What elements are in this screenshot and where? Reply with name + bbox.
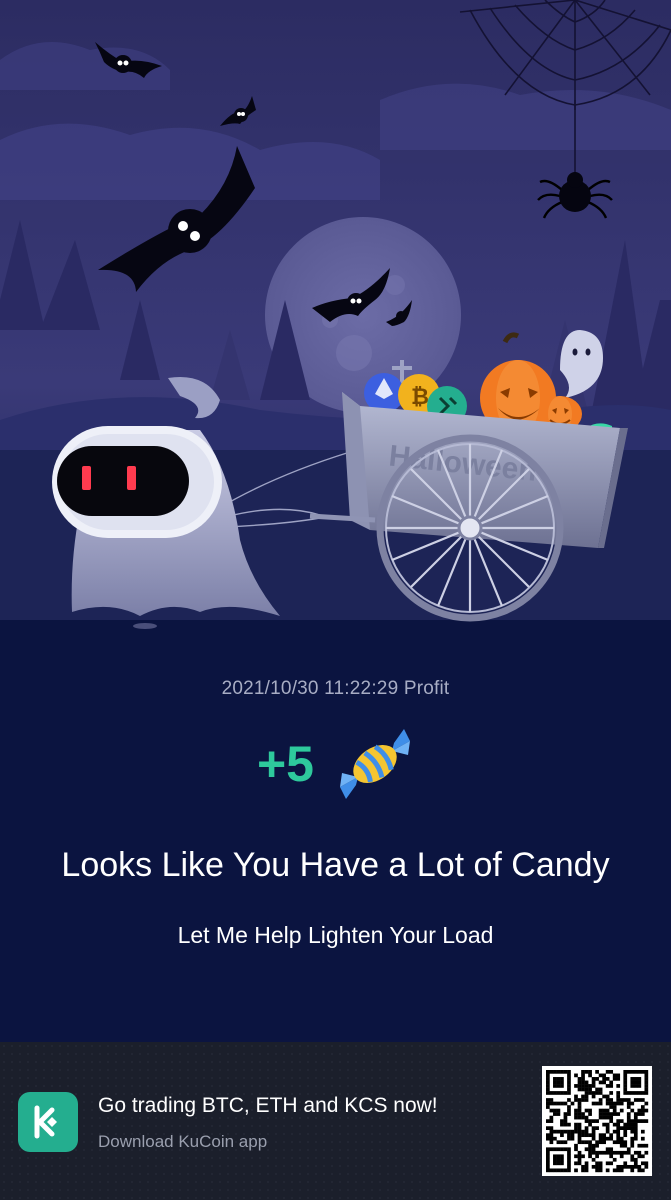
svg-text:₿: ₿ (411, 384, 429, 409)
cart-wheel-icon (376, 434, 564, 622)
footer-subtitle[interactable]: Download KuCoin app (98, 1132, 267, 1152)
footer-title: Go trading BTC, ETH and KCS now! (98, 1094, 438, 1117)
profit-amount: +5 (256, 736, 314, 792)
moon-crater (385, 275, 405, 295)
kucoin-logo-icon[interactable] (18, 1092, 78, 1152)
subline: Let Me Help Lighten Your Load (177, 922, 494, 948)
ground-lower (0, 620, 671, 640)
moon-crater (336, 335, 372, 371)
profit-label: Profit (403, 678, 450, 699)
headline: Looks Like You Have a Lot of Candy (61, 846, 610, 884)
profit-amount-row: +5 (0, 728, 671, 800)
profit-timestamp: 2021/10/30 11:22:29 (221, 678, 399, 699)
qr-code-pattern (546, 1070, 649, 1173)
profit-timestamp-line: 2021/10/30 11:22:29 Profit (0, 678, 671, 700)
download-footer: Go trading BTC, ETH and KCS now! Downloa… (0, 1042, 671, 1200)
qr-code-icon[interactable] (542, 1066, 652, 1176)
halloween-illustration: ₿ Halloween (0, 0, 671, 640)
candy-icon (340, 729, 410, 799)
kucoin-k-icon (34, 1105, 57, 1139)
